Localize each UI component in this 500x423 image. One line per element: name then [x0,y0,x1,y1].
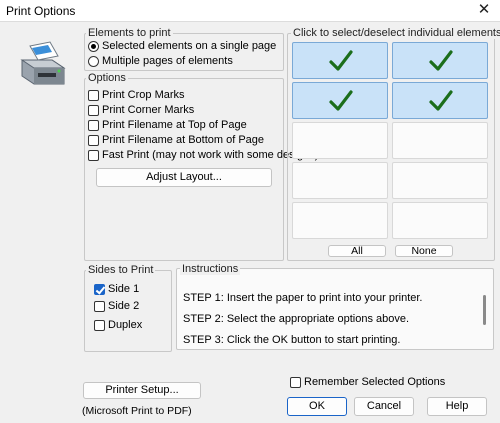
instructions-label: Instructions [180,263,241,275]
remember-options-label[interactable]: Remember Selected Options [304,376,445,388]
element-cell[interactable] [292,122,388,159]
side-1-checkbox[interactable] [94,284,105,295]
element-cell[interactable] [392,202,488,239]
element-cell[interactable] [292,162,388,199]
duplex-label[interactable]: Duplex [108,319,142,331]
element-grid-label: Click to select/deselect individual elem… [291,27,500,39]
elements-to-print-label: Elements to print [86,27,173,39]
all-button[interactable]: All [328,245,386,257]
printer-name: (Microsoft Print to PDF) [82,405,192,417]
filename-top-checkbox[interactable] [88,120,99,131]
printer-icon [12,40,70,90]
crop-marks-checkbox[interactable] [88,90,99,101]
ok-button[interactable]: OK [287,397,347,416]
instructions-scrollbar[interactable] [483,295,486,325]
none-button[interactable]: None [395,245,453,257]
close-icon[interactable]: ✕ [476,2,492,18]
single-page-label[interactable]: Selected elements on a single page [102,40,276,52]
element-cell[interactable] [392,162,488,199]
element-cell[interactable] [392,42,488,79]
corner-marks-label[interactable]: Print Corner Marks [102,104,194,116]
check-mark-icon [329,90,353,111]
adjust-layout-button[interactable]: Adjust Layout... [96,168,272,187]
element-cell[interactable] [292,42,388,79]
check-mark-icon [429,90,453,111]
options-label: Options [86,72,128,84]
instruction-line: STEP 2: Select the appropriate options a… [183,313,410,325]
help-button[interactable]: Help [427,397,487,416]
element-cell[interactable] [292,82,388,119]
corner-marks-checkbox[interactable] [88,105,99,116]
title-bar: Print Options ✕ [0,0,500,22]
window-title: Print Options [6,4,76,18]
duplex-checkbox[interactable] [94,320,105,331]
side-2-label[interactable]: Side 2 [108,300,139,312]
element-cell[interactable] [392,82,488,119]
filename-top-label[interactable]: Print Filename at Top of Page [102,119,247,131]
remember-options-checkbox[interactable] [290,377,301,388]
instruction-line: STEP 3: Click the OK button to start pri… [183,334,401,346]
side-2-checkbox[interactable] [94,301,105,312]
instruction-line: STEP 1: Insert the paper to print into y… [183,292,423,304]
filename-bottom-label[interactable]: Print Filename at Bottom of Page [102,134,264,146]
cancel-button[interactable]: Cancel [354,397,414,416]
filename-bottom-checkbox[interactable] [88,135,99,146]
printer-setup-button[interactable]: Printer Setup... [83,382,201,399]
side-1-label[interactable]: Side 1 [108,283,139,295]
multiple-pages-label[interactable]: Multiple pages of elements [102,55,233,67]
fast-print-label[interactable]: Fast Print (may not work with some desig… [102,149,318,161]
element-cell[interactable] [392,122,488,159]
instructions-box[interactable]: STEP 1: Insert the paper to print into y… [176,268,494,350]
sides-to-print-label: Sides to Print [86,264,156,276]
fast-print-checkbox[interactable] [88,150,99,161]
single-page-radio[interactable] [88,41,99,52]
element-cell[interactable] [292,202,388,239]
crop-marks-label[interactable]: Print Crop Marks [102,89,185,101]
check-mark-icon [329,50,353,71]
check-mark-icon [429,50,453,71]
multiple-pages-radio[interactable] [88,56,99,67]
